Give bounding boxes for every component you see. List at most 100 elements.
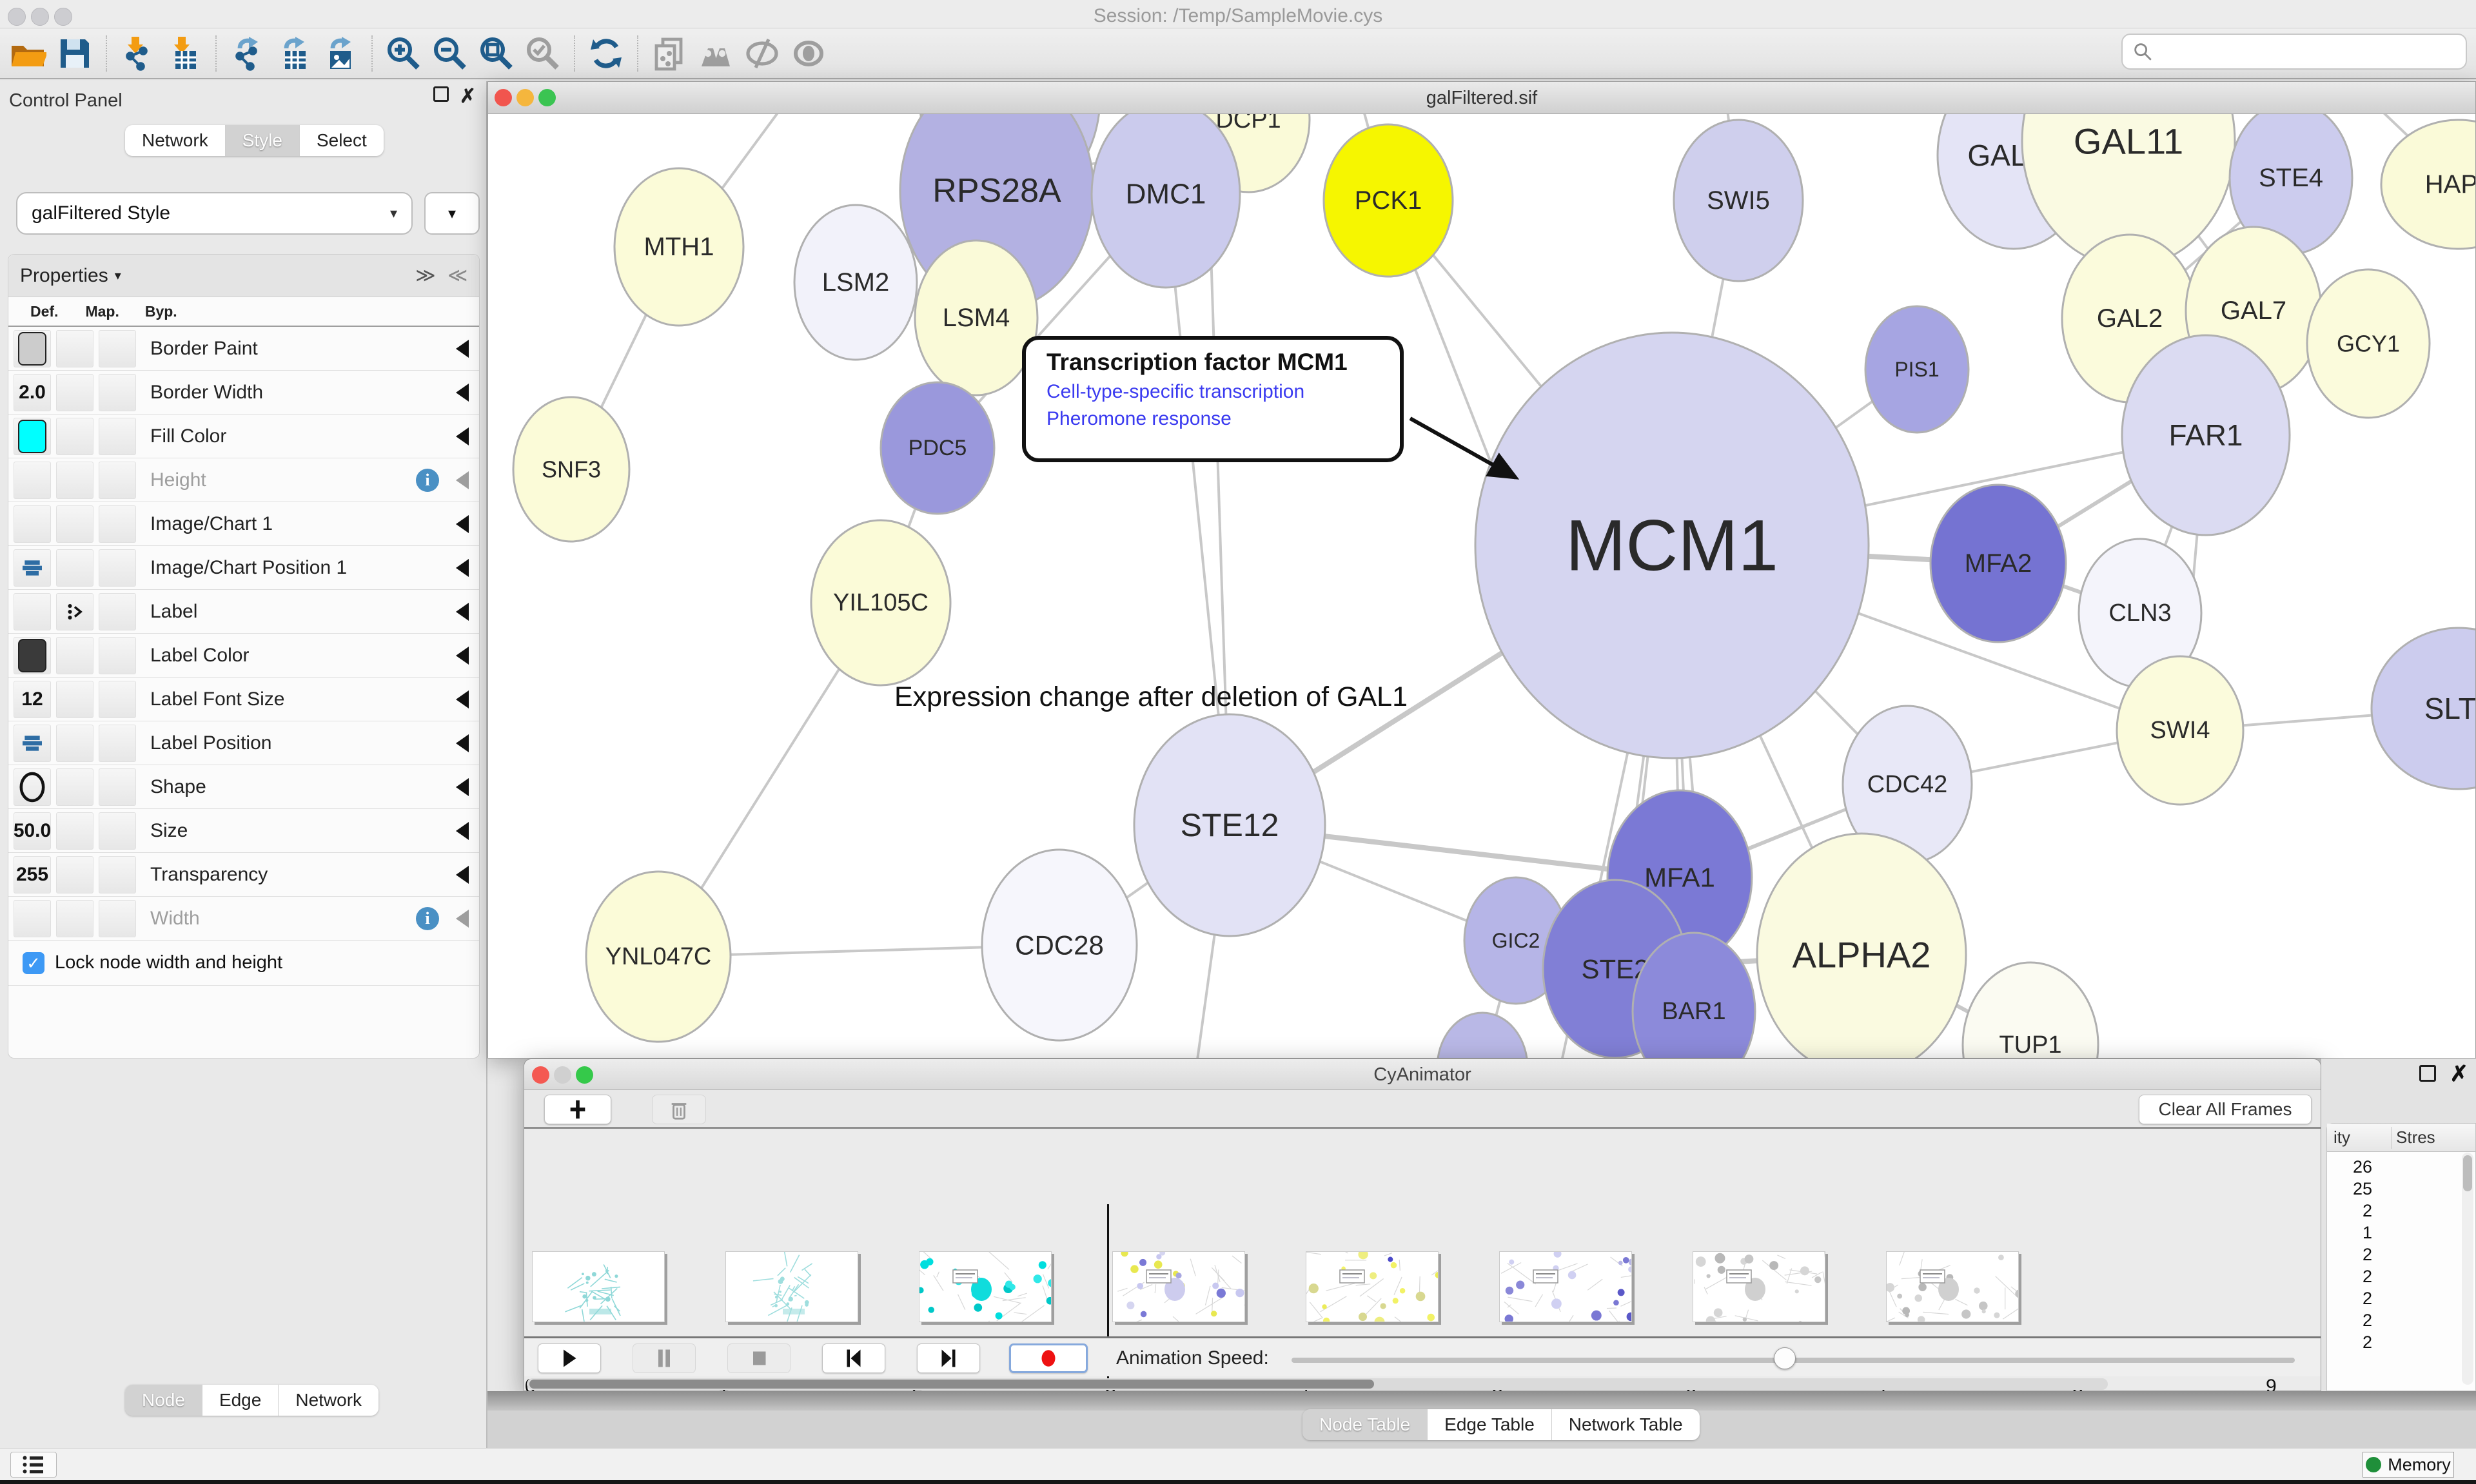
expand-row-icon[interactable] bbox=[456, 603, 469, 621]
expand-row-icon[interactable] bbox=[456, 866, 469, 884]
node-lsm2[interactable]: LSM2 bbox=[794, 205, 917, 360]
mapping-cell[interactable] bbox=[56, 505, 93, 543]
node-mcm1[interactable]: MCM1 bbox=[1475, 333, 1869, 758]
export-network-icon[interactable] bbox=[228, 34, 268, 73]
collapse-all-icon[interactable]: ≫ bbox=[447, 264, 467, 287]
node-mth1[interactable]: MTH1 bbox=[614, 168, 743, 326]
node-ynl047c[interactable]: YNL047C bbox=[586, 872, 731, 1042]
default-value[interactable]: 255 bbox=[16, 864, 48, 886]
expand-row-icon[interactable] bbox=[456, 734, 469, 752]
property-row-label-font-size[interactable]: 12Label Font Size bbox=[8, 678, 479, 721]
default-cell[interactable] bbox=[14, 725, 51, 762]
mapping-cell[interactable] bbox=[56, 681, 93, 718]
default-value[interactable]: 50.0 bbox=[14, 820, 51, 842]
float-panel-icon[interactable] bbox=[2419, 1065, 2436, 1082]
expand-row-icon[interactable] bbox=[456, 384, 469, 402]
mapping-cell[interactable] bbox=[56, 462, 93, 499]
default-cell[interactable] bbox=[14, 549, 51, 587]
table-cell[interactable]: 2 bbox=[2327, 1265, 2372, 1287]
expand-row-icon[interactable] bbox=[456, 690, 469, 708]
float-panel-icon[interactable] bbox=[433, 86, 449, 102]
property-row-border-width[interactable]: 2.0Border Width bbox=[8, 371, 479, 415]
default-cell[interactable] bbox=[14, 462, 51, 499]
tab-style[interactable]: Style bbox=[226, 125, 300, 156]
node-pdc5[interactable]: PDC5 bbox=[881, 382, 994, 514]
default-cell[interactable] bbox=[14, 900, 51, 937]
node-mfa2[interactable]: MFA2 bbox=[1931, 485, 2066, 642]
import-network-icon[interactable] bbox=[118, 34, 158, 73]
annotation-link[interactable]: Cell-type-specific transcription bbox=[1046, 381, 1400, 403]
delete-frame-button[interactable] bbox=[652, 1095, 706, 1124]
expand-row-icon[interactable] bbox=[456, 471, 469, 489]
node-tup1[interactable]: TUP1 bbox=[1963, 962, 2098, 1058]
table-cell[interactable]: 2 bbox=[2327, 1309, 2372, 1331]
animation-speed-thumb[interactable] bbox=[1774, 1347, 1796, 1369]
expand-row-icon[interactable] bbox=[456, 910, 469, 928]
node-pis1[interactable]: PIS1 bbox=[1865, 306, 1969, 433]
table-cell[interactable]: 25 bbox=[2327, 1178, 2372, 1200]
bypass-cell[interactable] bbox=[99, 462, 136, 499]
position-icon[interactable] bbox=[21, 734, 43, 753]
node-cdc28[interactable]: CDC28 bbox=[982, 850, 1137, 1040]
lock-size-row[interactable]: ✓ Lock node width and height bbox=[8, 941, 479, 986]
bypass-cell[interactable] bbox=[99, 505, 136, 543]
default-cell[interactable] bbox=[14, 330, 51, 367]
column-header[interactable]: ity bbox=[2334, 1128, 2388, 1147]
property-row-fill-color[interactable]: Fill Color bbox=[8, 415, 479, 458]
network-titlebar[interactable]: galFiltered.sif bbox=[488, 82, 2475, 114]
frame-thumbnail-8[interactable] bbox=[1886, 1251, 2019, 1322]
node-pck1[interactable]: PCK1 bbox=[1324, 124, 1453, 277]
property-row-border-paint[interactable]: Border Paint bbox=[8, 327, 479, 371]
mapping-cell[interactable] bbox=[56, 768, 93, 806]
export-table-icon[interactable] bbox=[274, 34, 314, 73]
expand-row-icon[interactable] bbox=[456, 340, 469, 358]
bypass-cell[interactable] bbox=[99, 900, 136, 937]
node-dmc1[interactable]: DMC1 bbox=[1092, 114, 1240, 288]
bypass-cell[interactable] bbox=[99, 725, 136, 762]
show-all-icon[interactable] bbox=[789, 34, 829, 73]
search-box[interactable] bbox=[2121, 34, 2467, 70]
expand-all-icon[interactable]: ≫ bbox=[415, 264, 438, 287]
tab-network-table[interactable]: Network Table bbox=[1552, 1409, 1700, 1440]
frame-thumbnail-7[interactable] bbox=[1693, 1251, 1825, 1322]
tab-node-table[interactable]: Node Table bbox=[1302, 1409, 1428, 1440]
mapping-cell[interactable] bbox=[56, 418, 93, 455]
save-icon[interactable] bbox=[55, 34, 95, 73]
node-far1[interactable]: FAR1 bbox=[2122, 335, 2290, 535]
node-swi5[interactable]: SWI5 bbox=[1674, 120, 1803, 281]
expand-row-icon[interactable] bbox=[456, 559, 469, 577]
property-row-size[interactable]: 50.0Size bbox=[8, 809, 479, 853]
close-panel-icon[interactable]: ✗ bbox=[460, 85, 476, 108]
style-select[interactable]: galFiltered Style ▾ bbox=[16, 192, 413, 235]
default-cell[interactable]: 255 bbox=[14, 856, 51, 893]
bypass-cell[interactable] bbox=[99, 593, 136, 630]
property-row-image-chart-1[interactable]: Image/Chart 1 bbox=[8, 502, 479, 546]
bypass-cell[interactable] bbox=[99, 768, 136, 806]
default-cell[interactable]: 12 bbox=[14, 681, 51, 718]
table-cell[interactable]: 2 bbox=[2327, 1287, 2372, 1309]
annotation-link[interactable]: Pheromone response bbox=[1046, 408, 1400, 430]
tab-node[interactable]: Node bbox=[125, 1385, 202, 1416]
mapping-cell[interactable] bbox=[56, 593, 93, 630]
bypass-cell[interactable] bbox=[99, 637, 136, 674]
cyanimator-titlebar[interactable]: CyAnimator bbox=[524, 1059, 2321, 1090]
default-cell[interactable] bbox=[14, 593, 51, 630]
property-row-height[interactable]: Heighti bbox=[8, 458, 479, 502]
frame-thumbnail-6[interactable] bbox=[1499, 1251, 1632, 1322]
mapping-cell[interactable] bbox=[56, 374, 93, 411]
info-icon[interactable]: i bbox=[416, 469, 439, 492]
tab-network[interactable]: Network bbox=[279, 1385, 378, 1416]
bypass-cell[interactable] bbox=[99, 549, 136, 587]
zoom-fit-icon[interactable] bbox=[477, 34, 516, 73]
node-slt2[interactable]: SLT2 bbox=[2372, 628, 2475, 789]
expand-row-icon[interactable] bbox=[456, 427, 469, 445]
vertical-scrollbar-thumb[interactable] bbox=[2463, 1155, 2472, 1191]
tab-edge-table[interactable]: Edge Table bbox=[1428, 1409, 1552, 1440]
node-lsm4[interactable]: LSM4 bbox=[915, 240, 1037, 395]
default-cell[interactable]: 2.0 bbox=[14, 374, 51, 411]
default-value[interactable]: 2.0 bbox=[19, 382, 46, 404]
node-gcy1[interactable]: GCY1 bbox=[2307, 269, 2430, 418]
node-yil105c[interactable]: YIL105C bbox=[811, 520, 950, 685]
default-value-swatch[interactable] bbox=[18, 420, 46, 453]
properties-header[interactable]: Properties ▾ ≫ ≫ bbox=[8, 255, 479, 297]
